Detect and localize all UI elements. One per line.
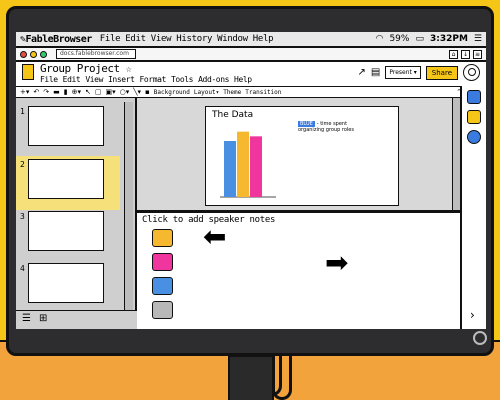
os-menu-history[interactable]: History [176,34,212,44]
canvas-scrollbar[interactable] [452,98,460,210]
power-button-icon[interactable] [473,331,487,345]
star-icon[interactable]: ☆ [126,64,132,75]
os-menu-file[interactable]: File [100,34,121,44]
swatch-blue[interactable] [152,277,173,295]
browser-brand: ✎FableBrowser [20,33,92,45]
slide-thumbnail-4[interactable] [28,263,104,303]
doc-menu-tools[interactable]: Tools [171,75,193,84]
doc-menu-help[interactable]: Help [234,75,252,84]
filmstrip-view-controls: ☰ ⊞ [16,310,137,329]
menu-icon[interactable]: ☰ [474,34,482,44]
monitor-stand [228,355,274,400]
clock: 3:32PM [429,34,468,44]
slides-logo-icon[interactable] [22,64,34,80]
minimize-window-button[interactable] [30,50,37,58]
comment-icon[interactable]: ▤ [371,67,380,78]
chart-bar-2[interactable] [237,131,249,197]
slide-number: 3 [20,212,25,221]
cable [272,356,292,400]
slide-thumbnail-2[interactable] [28,159,104,199]
zoom-icon[interactable]: ⊕▾ [72,88,81,96]
redo-icon[interactable]: ↷ [43,88,49,96]
print-icon[interactable]: ▬ [53,88,60,96]
transition-button[interactable]: Transition [245,89,281,96]
current-slide[interactable]: The Data BLUE - time spent organizing gro… [205,106,399,206]
keep-icon[interactable] [467,110,481,124]
grid-view-icon[interactable]: ⊞ [39,314,47,326]
status-area: ◠ 59% ▭ 3:32PM ☰ [376,34,486,44]
doc-menu-format[interactable]: Format [140,75,167,84]
battery-level: 59% [389,34,410,44]
slide-number: 2 [20,160,25,169]
os-menu-window[interactable]: Window [217,34,248,44]
chevron-right-icon[interactable]: › [470,308,475,322]
slide-thumbnail-3[interactable] [28,211,104,251]
paint-format-icon[interactable]: ▮ [64,88,68,96]
toolbar: +▾ ↶ ↷ ▬ ▮ ⊕▾ ↖ ▢ ▣▾ ○▾ ╲▾ ▪ Background … [16,86,466,98]
bar-chart[interactable] [218,125,278,199]
layout-button[interactable]: Layout▾ [194,89,219,96]
close-window-button[interactable] [20,50,27,58]
cursor-icon[interactable]: ↖ [85,88,91,96]
trend-icon[interactable]: ↗ [358,67,366,78]
textbox-icon[interactable]: ▢ [95,88,102,96]
slide-number: 4 [20,264,25,273]
tasks-icon[interactable] [467,130,481,144]
chart-bar-3[interactable] [250,136,262,197]
background-button[interactable]: Background [154,89,190,96]
doc-header: Group Project ☆ File Edit View Insert Fo… [16,62,486,86]
slide-filmstrip: 1 2 3 4 ☰ ⊞ [16,98,137,329]
doc-menu-edit[interactable]: Edit [63,75,81,84]
comment-add-icon[interactable]: ▪ [145,88,150,96]
lock-icon[interactable]: ⌂ [449,49,458,59]
list-view-icon[interactable]: ☰ [22,314,31,326]
line-icon[interactable]: ╲▾ [133,88,141,96]
doc-menu-insert[interactable]: Insert [108,75,135,84]
header-actions: ↗ ▤ Present ▾ Share [358,64,480,81]
os-menu-edit[interactable]: Edit [125,34,146,44]
chart-bar-1[interactable] [224,141,236,197]
battery-icon[interactable]: ▭ [415,34,424,44]
avatar[interactable] [463,64,480,81]
present-button[interactable]: Present ▾ [385,66,421,79]
browser-controls: ⌂ ↓ ≡ [449,49,486,59]
arrow-right-icon: ➡ [325,246,349,279]
new-slide-icon[interactable]: +▾ [20,88,29,96]
scene: ✎FableBrowser File Edit View History Win… [0,0,500,400]
swatch-pink[interactable] [152,253,173,271]
legend-line-2: organizing group roles [298,127,354,133]
doc-menu-bar: File Edit View Insert Format Tools Add-o… [40,75,252,84]
chart-legend: BLUE - time spent organizing group roles [298,121,354,133]
doc-menu-file[interactable]: File [40,75,58,84]
swatch-gray[interactable] [152,301,173,319]
os-menu-view[interactable]: View [151,34,172,44]
url-field[interactable]: docs.fablebrowser.com [56,49,136,59]
side-panel: › [460,86,486,329]
share-button[interactable]: Share [425,65,458,80]
doc-menu-addons[interactable]: Add-ons [198,75,229,84]
filmstrip-scrollbar[interactable] [124,102,133,310]
undo-icon[interactable]: ↶ [33,88,39,96]
shape-icon[interactable]: ○▾ [120,88,130,96]
calendar-icon[interactable] [467,90,481,104]
slide-title[interactable]: The Data [212,110,253,120]
download-icon[interactable]: ↓ [461,49,470,59]
maximize-window-button[interactable] [40,50,47,58]
reader-icon[interactable]: ≡ [473,49,482,59]
theme-button[interactable]: Theme [223,89,241,96]
os-menu-bar: ✎FableBrowser File Edit View History Win… [16,32,486,48]
speaker-notes[interactable]: Click to add speaker notes ⬅ ➡ [137,213,460,329]
slide-thumbnail-1[interactable] [28,106,104,146]
swatch-yellow[interactable] [152,229,173,247]
slide-canvas: The Data BLUE - time spent organizing gro… [137,98,460,210]
arrow-left-icon: ⬅ [203,220,227,253]
doc-title[interactable]: Group Project ☆ [40,62,132,75]
wifi-icon[interactable]: ◠ [376,34,384,44]
image-icon[interactable]: ▣▾ [106,88,116,96]
browser-tab-bar: docs.fablebrowser.com ⌂ ↓ ≡ [16,48,486,62]
doc-menu-view[interactable]: View [85,75,103,84]
slide-number: 1 [20,107,25,116]
os-menu-help[interactable]: Help [253,34,274,44]
